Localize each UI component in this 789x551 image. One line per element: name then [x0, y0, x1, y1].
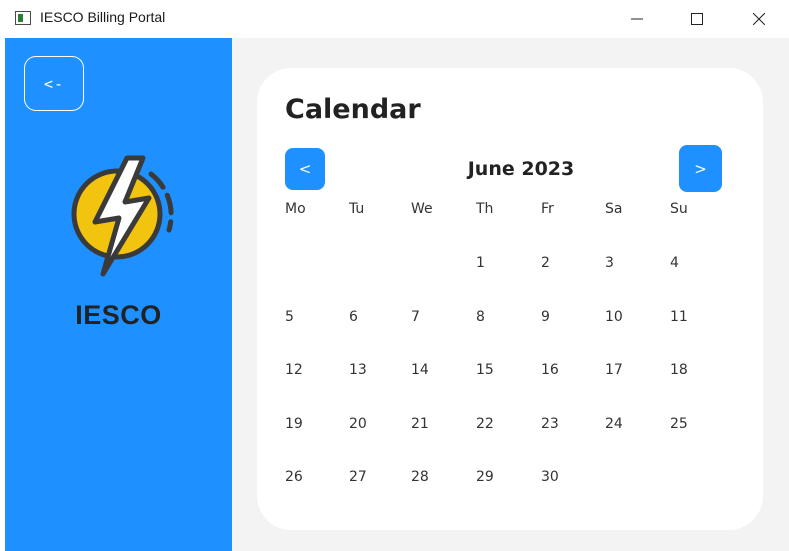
- calendar-day[interactable]: 28: [411, 469, 441, 485]
- calendar-day[interactable]: 27: [349, 469, 379, 485]
- calendar-title: Calendar: [285, 94, 421, 125]
- calendar-day[interactable]: 17: [605, 362, 635, 378]
- calendar-day[interactable]: 8: [476, 309, 506, 325]
- calendar-day[interactable]: 14: [411, 362, 441, 378]
- calendar-day[interactable]: 1: [476, 255, 506, 271]
- calendar-day[interactable]: 3: [605, 255, 635, 271]
- sidebar: <- IESCO: [5, 38, 232, 551]
- title-bar: IESCO Billing Portal: [0, 0, 789, 38]
- calendar-card: Calendar < June 2023 > Mo Tu We Th Fr Sa Su 12…: [257, 68, 763, 530]
- minimize-button[interactable]: [614, 0, 660, 38]
- minimize-icon: [631, 18, 643, 20]
- calendar-day[interactable]: 9: [541, 309, 571, 325]
- next-month-button[interactable]: >: [679, 145, 722, 192]
- main-area: Calendar < June 2023 > Mo Tu We Th Fr Sa Su 12…: [232, 38, 789, 551]
- lightning-bolt-icon: [71, 155, 174, 277]
- maximize-icon: [691, 13, 703, 25]
- calendar-day[interactable]: 26: [285, 469, 315, 485]
- weekday-label: Th: [476, 201, 494, 217]
- back-button[interactable]: <-: [24, 56, 84, 111]
- calendar-day[interactable]: 11: [670, 309, 700, 325]
- weekday-label: Sa: [605, 201, 623, 217]
- calendar-day[interactable]: 16: [541, 362, 571, 378]
- calendar-day[interactable]: 19: [285, 416, 315, 432]
- calendar-day[interactable]: 12: [285, 362, 315, 378]
- calendar-day[interactable]: 23: [541, 416, 571, 432]
- calendar-day[interactable]: 18: [670, 362, 700, 378]
- calendar-day[interactable]: 29: [476, 469, 506, 485]
- calendar-day[interactable]: 20: [349, 416, 379, 432]
- maximize-button[interactable]: [674, 0, 720, 38]
- calendar-day[interactable]: 15: [476, 362, 506, 378]
- calendar-day[interactable]: 24: [605, 416, 635, 432]
- app-icon: [15, 11, 31, 25]
- calendar-day[interactable]: 22: [476, 416, 506, 432]
- calendar-day[interactable]: 21: [411, 416, 441, 432]
- calendar-day[interactable]: 2: [541, 255, 571, 271]
- brand-name: IESCO: [75, 300, 162, 330]
- calendar-day[interactable]: 13: [349, 362, 379, 378]
- weekday-label: Mo: [285, 201, 306, 217]
- calendar-day[interactable]: 4: [670, 255, 700, 271]
- calendar-day[interactable]: 7: [411, 309, 441, 325]
- weekday-label: We: [411, 201, 433, 217]
- close-icon: [753, 13, 765, 25]
- weekday-label: Tu: [349, 201, 365, 217]
- calendar-day[interactable]: 10: [605, 309, 635, 325]
- close-button[interactable]: [736, 0, 782, 38]
- calendar-day[interactable]: 30: [541, 469, 571, 485]
- window-title: IESCO Billing Portal: [40, 9, 166, 25]
- weekday-label: Fr: [541, 201, 554, 217]
- weekday-label: Su: [670, 201, 688, 217]
- calendar-day[interactable]: 5: [285, 309, 315, 325]
- calendar-day[interactable]: 25: [670, 416, 700, 432]
- calendar-day[interactable]: 6: [349, 309, 379, 325]
